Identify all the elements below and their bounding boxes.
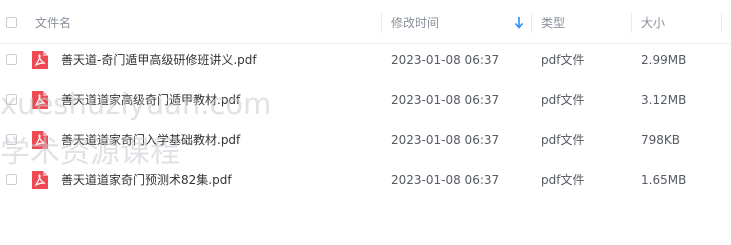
file-modified-time: 2023-01-08 06:37 bbox=[391, 53, 500, 67]
file-row[interactable]: 善天道道家奇门预测术82集.pdf 2023-01-08 06:37 pdf文件 1.… bbox=[0, 160, 731, 200]
file-type: pdf文件 bbox=[541, 53, 585, 67]
file-row[interactable]: 善天道道家奇门入学基础教材.pdf 2023-01-08 06:37 pdf文件 79… bbox=[0, 120, 731, 160]
file-name[interactable]: 善天道道家奇门预测术82集.pdf bbox=[61, 160, 232, 200]
select-all-checkbox[interactable] bbox=[6, 17, 17, 28]
file-type: pdf文件 bbox=[541, 133, 585, 147]
file-name[interactable]: 善天道道家高级奇门遁甲教材.pdf bbox=[61, 80, 240, 120]
file-name[interactable]: 善天道-奇门遁甲高级研修班讲义.pdf bbox=[61, 40, 257, 80]
column-header-type[interactable]: 类型 bbox=[541, 0, 565, 44]
file-modified-time: 2023-01-08 06:37 bbox=[391, 173, 500, 187]
sort-down-arrow-icon[interactable] bbox=[513, 16, 525, 30]
file-type: pdf文件 bbox=[541, 173, 585, 187]
column-divider[interactable] bbox=[721, 13, 722, 33]
row-checkbox[interactable] bbox=[6, 54, 17, 65]
pdf-file-icon bbox=[32, 91, 48, 109]
row-checkbox[interactable] bbox=[6, 174, 17, 185]
column-header-size[interactable]: 大小 bbox=[641, 0, 665, 44]
file-size: 1.65MB bbox=[641, 173, 687, 187]
file-type: pdf文件 bbox=[541, 93, 585, 107]
column-header-name[interactable]: 文件名 bbox=[35, 0, 71, 44]
row-checkbox[interactable] bbox=[6, 134, 17, 145]
pdf-file-icon bbox=[32, 51, 48, 69]
pdf-file-icon bbox=[32, 171, 48, 189]
file-modified-time: 2023-01-08 06:37 bbox=[391, 133, 500, 147]
column-header-modified[interactable]: 修改时间 bbox=[391, 0, 439, 44]
file-size: 2.99MB bbox=[641, 53, 687, 67]
column-divider[interactable] bbox=[381, 13, 382, 33]
file-name[interactable]: 善天道道家奇门入学基础教材.pdf bbox=[61, 120, 240, 160]
column-divider[interactable] bbox=[531, 13, 532, 33]
file-row[interactable]: 善天道-奇门遁甲高级研修班讲义.pdf 2023-01-08 06:37 pdf文件… bbox=[0, 40, 731, 80]
file-modified-time: 2023-01-08 06:37 bbox=[391, 93, 500, 107]
column-divider[interactable] bbox=[631, 13, 632, 33]
row-checkbox[interactable] bbox=[6, 94, 17, 105]
file-list-header: 文件名 修改时间 类型 大小 bbox=[0, 0, 731, 44]
file-size: 798KB bbox=[641, 133, 681, 147]
pdf-file-icon bbox=[32, 131, 48, 149]
file-size: 3.12MB bbox=[641, 93, 687, 107]
file-row[interactable]: 善天道道家高级奇门遁甲教材.pdf 2023-01-08 06:37 pdf文件 3.… bbox=[0, 80, 731, 120]
